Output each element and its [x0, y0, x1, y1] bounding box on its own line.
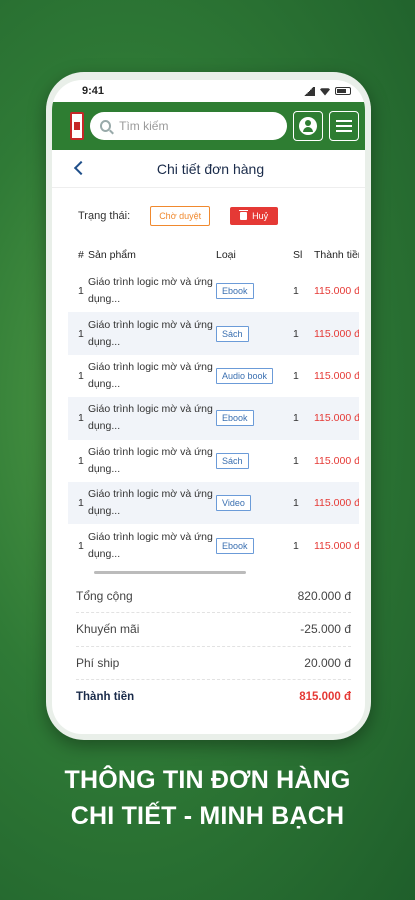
total-value: 815.000 đ	[299, 690, 351, 703]
row-type-tag: Video	[216, 495, 251, 512]
total-label: Thành tiền	[76, 690, 135, 703]
row-type-tag: Audio book	[216, 367, 274, 384]
subtotal-label: Tổng cộng	[76, 588, 133, 603]
col-header-index: #	[78, 249, 84, 261]
row-product-name: Giáo trình logic mờ và ứng dụng...	[88, 530, 213, 560]
row-index: 1	[68, 481, 88, 525]
order-summary: Tổng cộng 820.000 đ Khuyến mãi -25.000 đ…	[76, 580, 351, 714]
top-bar	[52, 102, 365, 150]
table-row[interactable]: 1 Giáo trình logic mờ và ứng dụng... Ebo…	[68, 397, 359, 440]
row-price: 115.000 đ	[314, 454, 359, 467]
table-row[interactable]: 1 Giáo trình logic mờ và ứng dụng... Sác…	[68, 312, 359, 355]
row-type-tag: Ebook	[216, 537, 254, 554]
table-horizontal-scrollbar[interactable]	[94, 570, 246, 574]
row-product-name: Giáo trình logic mờ và ứng dụng...	[88, 397, 216, 440]
row-index: 1	[78, 369, 84, 382]
row-type-tag: Ebook	[216, 410, 254, 427]
table-row[interactable]: 1 Giáo trình logic mờ và ứng dụng... Ebo…	[68, 270, 359, 312]
status-bar: 9:41	[52, 80, 365, 102]
subtotal-value: 820.000 đ	[297, 588, 351, 603]
shipping-value: 20.000 đ	[304, 655, 351, 670]
row-qty: 1	[293, 481, 314, 525]
hamburger-menu-icon	[336, 120, 352, 132]
row-index: 1	[78, 454, 84, 467]
wifi-icon	[319, 88, 331, 96]
row-price: 115.000 đ	[314, 397, 359, 440]
promo-caption: THÔNG TIN ĐƠN HÀNG CHI TIẾT - MINH BẠCH	[0, 762, 415, 834]
discount-row: Khuyến mãi -25.000 đ	[76, 613, 351, 647]
status-icons	[303, 86, 351, 96]
total-row: Thành tiền 815.000 đ	[76, 680, 351, 714]
row-qty: 1	[293, 369, 299, 382]
row-price: 115.000 đ	[314, 481, 359, 525]
row-index: 1	[68, 312, 88, 355]
shipping-row: Phí ship 20.000 đ	[76, 647, 351, 681]
row-index: 1	[78, 285, 84, 298]
shipping-label: Phí ship	[76, 655, 120, 670]
col-header-total: Thành tiền	[314, 249, 359, 261]
trash-icon	[239, 210, 249, 220]
caption-line-1: THÔNG TIN ĐƠN HÀNG	[64, 766, 351, 794]
table-row[interactable]: 1 Giáo trình logic mờ và ứng dụng... Vid…	[68, 481, 359, 525]
signal-icon	[303, 86, 315, 96]
table-row[interactable]: 1 Giáo trình logic mờ và ứng dụng... Ebo…	[68, 524, 359, 566]
row-product-name: Giáo trình logic mờ và ứng dụng...	[88, 276, 213, 306]
table-row[interactable]: 1 Giáo trình logic mờ và ứng dụng... Sác…	[68, 440, 359, 482]
order-items-table-container[interactable]: # Sản phẩm Loại Sl Thành tiền 1 Giáo trì…	[68, 236, 359, 567]
row-price: 115.000 đ	[314, 312, 359, 355]
col-header-type: Loại	[216, 249, 236, 261]
user-icon	[299, 117, 317, 135]
status-label: Trạng thái:	[78, 210, 131, 222]
col-header-qty: Sl	[293, 249, 303, 261]
row-qty: 1	[293, 397, 314, 440]
status-time: 9:41	[82, 85, 105, 97]
row-type-tag: Sách	[216, 452, 249, 469]
table-row[interactable]: 1 Giáo trình logic mờ và ứng dụng... Aud…	[68, 355, 359, 397]
row-price: 115.000 đ	[314, 539, 359, 552]
cancel-order-button[interactable]: Huỷ	[230, 207, 279, 225]
status-badge: Chờ duyệt	[150, 206, 211, 226]
battery-icon	[335, 87, 351, 95]
row-price: 115.000 đ	[314, 285, 359, 298]
row-qty: 1	[293, 454, 299, 467]
row-price: 115.000 đ	[314, 369, 359, 382]
order-status-row: Trạng thái: Chờ duyệt Huỷ	[68, 196, 355, 236]
search-icon	[100, 120, 112, 132]
account-button[interactable]	[293, 111, 323, 141]
menu-button[interactable]	[329, 111, 359, 141]
phone-screen: 9:41 Chi tiết đơn hàng Trạng thái: Chờ d…	[52, 80, 365, 734]
discount-label: Khuyến mãi	[76, 622, 140, 637]
row-index: 1	[78, 539, 84, 552]
row-type-tag: Sách	[216, 325, 249, 342]
order-items-table: # Sản phẩm Loại Sl Thành tiền 1 Giáo trì…	[68, 240, 359, 567]
row-product-name: Giáo trình logic mờ và ứng dụng...	[88, 312, 216, 355]
page-title: Chi tiết đơn hàng	[156, 160, 265, 177]
nav-bar: Chi tiết đơn hàng	[52, 150, 365, 188]
row-product-name: Giáo trình logic mờ và ứng dụng...	[88, 360, 213, 390]
subtotal-row: Tổng cộng 820.000 đ	[76, 580, 351, 614]
row-product-name: Giáo trình logic mờ và ứng dụng...	[88, 481, 216, 525]
cancel-label: Huỷ	[252, 211, 269, 221]
discount-value: -25.000 đ	[300, 622, 351, 637]
row-product-name: Giáo trình logic mờ và ứng dụng...	[88, 445, 213, 475]
caption-line-2: CHI TIẾT - MINH BẠCH	[70, 802, 345, 830]
row-qty: 1	[293, 312, 314, 355]
row-index: 1	[68, 397, 88, 440]
col-header-product: Sản phẩm	[88, 248, 136, 261]
table-header-row: # Sản phẩm Loại Sl Thành tiền	[68, 240, 359, 270]
search-input[interactable]	[119, 119, 277, 133]
search-box[interactable]	[90, 112, 287, 140]
row-qty: 1	[293, 539, 299, 552]
row-type-tag: Ebook	[216, 283, 254, 300]
app-logo[interactable]	[70, 112, 84, 140]
row-qty: 1	[293, 285, 299, 298]
order-detail-card: Trạng thái: Chờ duyệt Huỷ # Sản phẩm Loạ…	[68, 196, 359, 574]
